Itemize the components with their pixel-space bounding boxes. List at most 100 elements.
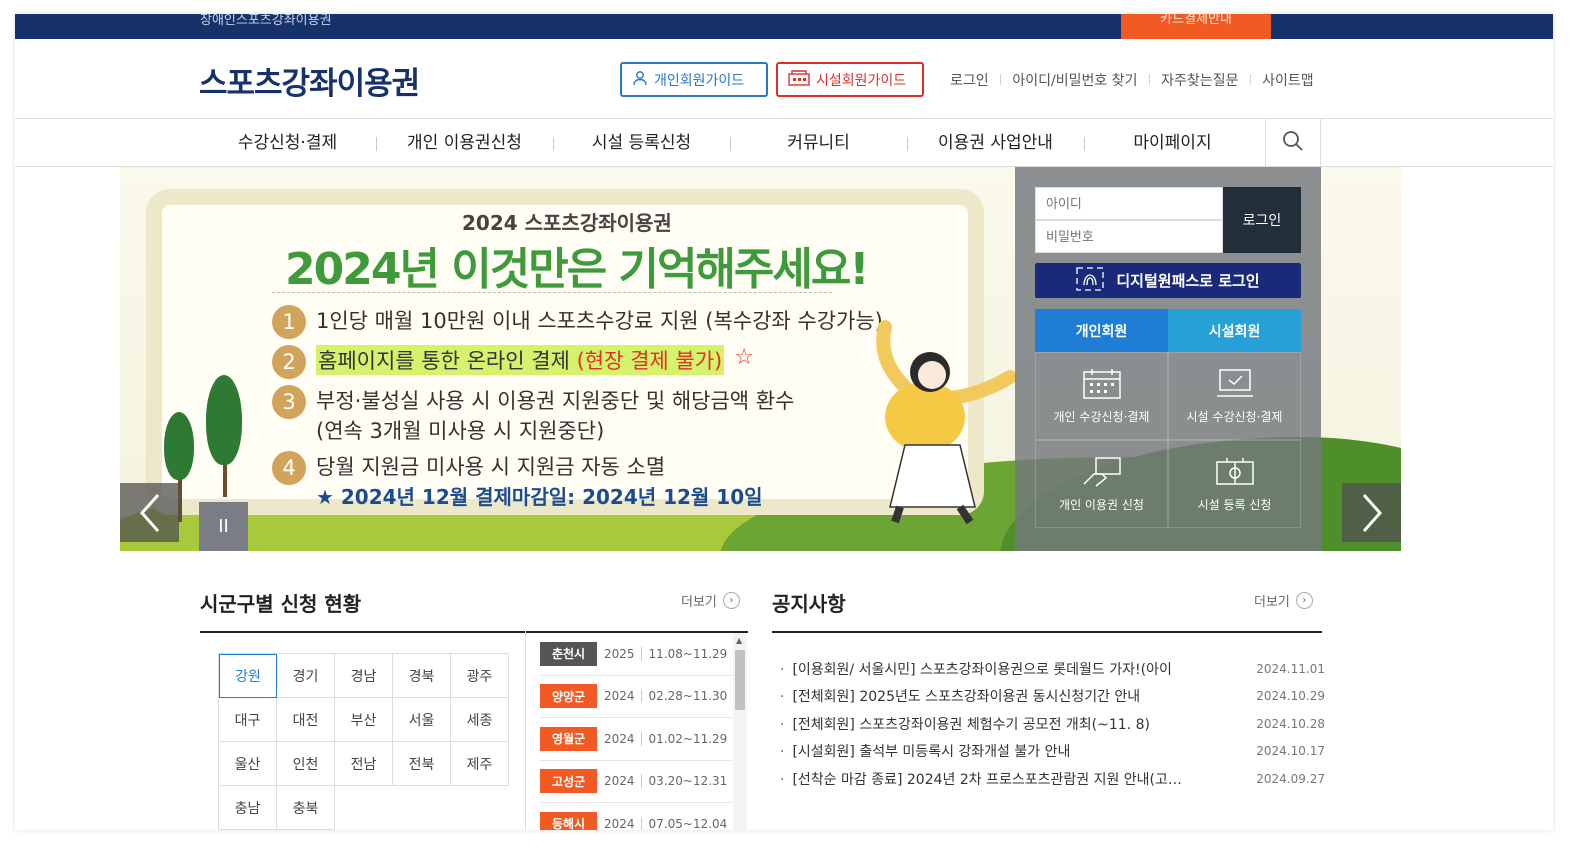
- banner-subtitle: 2024 스포츠강좌이용권: [462, 211, 672, 235]
- person-guide-button[interactable]: 개인회원가이드: [620, 62, 768, 97]
- prev-slide-button[interactable]: [120, 483, 179, 542]
- list-item[interactable]: 양양군 2024 02.28~11.30: [539, 676, 732, 718]
- status-scrollbar[interactable]: ▲: [733, 633, 747, 830]
- region-tab[interactable]: 세종: [451, 698, 509, 742]
- notice-item[interactable]: [전체회원] 2025년도 스포츠강좌이용권 동시신청기간 안내 2024.10…: [780, 683, 1325, 711]
- nav-business-info[interactable]: 이용권 사업안내: [907, 119, 1084, 167]
- card-payment-button[interactable]: 카드결제안내: [1121, 14, 1271, 39]
- region-tab[interactable]: 인천: [277, 742, 335, 786]
- quick-facility-registration[interactable]: 시설 등록 신청: [1168, 440, 1301, 528]
- deadline-note: ★ 2024년 12월 결제마감일: 2024년 12월 10일: [316, 485, 763, 509]
- facility-guide-button[interactable]: 시설회원가이드: [776, 62, 924, 97]
- chevron-right-icon: ›: [722, 592, 740, 609]
- quick-facility-course[interactable]: 시설 수강신청·결제: [1168, 352, 1301, 440]
- region-section-title: 시군구별 신청 현황: [200, 592, 362, 616]
- nav-community[interactable]: 커뮤니티: [730, 119, 907, 167]
- banner-point-1: 1 1인당 매월 10만원 이내 스포츠수강료 지원 (복수강좌 수강가능): [272, 305, 883, 339]
- more-label: 더보기: [681, 595, 717, 610]
- region-tab[interactable]: 전남: [335, 742, 393, 786]
- list-item[interactable]: 춘천시 2025 11.08~11.29: [539, 633, 732, 676]
- region-tab[interactable]: 충북: [277, 786, 335, 830]
- top-bar: 장애인스포츠강좌이용권 카드결제안내: [15, 14, 1553, 39]
- region-tab[interactable]: 강원: [219, 654, 277, 698]
- password-input[interactable]: [1035, 220, 1223, 253]
- notice-date: 2024.10.17: [1256, 744, 1325, 759]
- site-logo[interactable]: 스포츠강좌이용권: [199, 58, 420, 103]
- login-link[interactable]: 로그인: [940, 70, 999, 90]
- next-slide-button[interactable]: [1342, 483, 1401, 542]
- notice-item[interactable]: [선착순 마감 종료] 2024년 2차 프로스포츠관람권 지원 안내(고… 2…: [780, 765, 1325, 793]
- page-frame: 장애인스포츠강좌이용권 카드결제안내 스포츠강좌이용권 개인회원가이드 시설회원…: [15, 14, 1553, 830]
- nav-course-payment[interactable]: 수강신청·결제: [199, 119, 376, 167]
- list-item[interactable]: 영월군 2024 01.02~11.29: [539, 718, 732, 761]
- quick-person-course[interactable]: 개인 수강신청·결제: [1035, 352, 1168, 440]
- notice-title[interactable]: [이용회원/ 서울시민] 스포츠강좌이용권으로 롯데월드 가자!(아이: [780, 659, 1230, 679]
- notice-date: 2024.11.01: [1256, 661, 1325, 676]
- point-number: 2: [272, 345, 306, 379]
- notice-section-title: 공지사항: [772, 592, 846, 616]
- banner-point-2: 2 홈페이지를 통한 온라인 결제 (현장 결제 불가) ☆: [272, 345, 754, 379]
- notice-item[interactable]: [이용회원/ 서울시민] 스포츠강좌이용권으로 롯데월드 가자!(아이 2024…: [780, 655, 1325, 683]
- notice-title[interactable]: [시설회원] 출석부 미등록시 강좌개설 불가 안내: [780, 741, 1230, 761]
- region-tab[interactable]: 경남: [335, 654, 393, 698]
- district-badge: 춘천시: [540, 641, 597, 666]
- disabled-sports-link[interactable]: 장애인스포츠강좌이용권: [200, 14, 332, 28]
- region-tab[interactable]: 경기: [277, 654, 335, 698]
- tab-facility[interactable]: 시설회원: [1168, 309, 1301, 352]
- calendar-icon: [1082, 368, 1121, 399]
- list-item[interactable]: 동해시 2024 07.05~12.04: [539, 803, 732, 830]
- quick-label: 시설 수강신청·결제: [1186, 409, 1283, 424]
- region-tab[interactable]: 부산: [335, 698, 393, 742]
- sitemap-link[interactable]: 사이트맵: [1252, 70, 1324, 90]
- main-nav: 수강신청·결제 개인 이용권신청 시설 등록신청 커뮤니티 이용권 사업안내 마…: [15, 118, 1553, 167]
- notice-title[interactable]: [전체회원] 스포츠강좌이용권 체험수기 공모전 개최(~11. 8): [780, 714, 1230, 734]
- status-year: 2024: [604, 816, 642, 830]
- region-tab[interactable]: 광주: [451, 654, 509, 698]
- id-input[interactable]: [1035, 187, 1223, 220]
- point-number: 3: [272, 385, 306, 419]
- star-icon: ☆: [734, 345, 754, 370]
- region-tab[interactable]: 제주: [451, 742, 509, 786]
- search-button[interactable]: [1265, 119, 1321, 167]
- scroll-thumb[interactable]: [735, 650, 745, 710]
- tab-person[interactable]: 개인회원: [1035, 309, 1168, 352]
- notice-title[interactable]: [전체회원] 2025년도 스포츠강좌이용권 동시신청기간 안내: [780, 686, 1230, 706]
- region-tab[interactable]: 서울: [393, 698, 451, 742]
- nav-personal-voucher[interactable]: 개인 이용권신청: [376, 119, 553, 167]
- region-tab[interactable]: 경북: [393, 654, 451, 698]
- notice-item[interactable]: [시설회원] 출석부 미등록시 강좌개설 불가 안내 2024.10.17: [780, 738, 1325, 766]
- district-badge: 양양군: [540, 684, 597, 709]
- nav-facility-registration[interactable]: 시설 등록신청: [553, 119, 730, 167]
- region-tab[interactable]: 충남: [219, 786, 277, 830]
- status-period: 02.28~11.30: [648, 689, 728, 704]
- point-highlight: (현장 결제 불가): [576, 349, 723, 373]
- region-tab[interactable]: 대구: [219, 698, 277, 742]
- nav-mypage[interactable]: 마이페이지: [1084, 119, 1261, 167]
- find-account-link[interactable]: 아이디/비밀번호 찾기: [1002, 70, 1147, 90]
- chevron-left-icon: [139, 493, 159, 532]
- pause-slide-button[interactable]: II: [199, 502, 248, 551]
- digital-onepass-login-button[interactable]: 디지털원패스로 로그인: [1035, 263, 1301, 298]
- region-status-list: 춘천시 2025 11.08~11.29 양양군 2024 02.28~11.3…: [539, 633, 732, 830]
- list-item[interactable]: 고성군 2024 03.20~12.31: [539, 761, 732, 803]
- notice-more-link[interactable]: 더보기 ›: [1254, 591, 1313, 610]
- status-year: 2024: [604, 689, 642, 704]
- login-button[interactable]: 로그인: [1223, 187, 1301, 253]
- notice-item[interactable]: [전체회원] 스포츠강좌이용권 체험수기 공모전 개최(~11. 8) 2024…: [780, 710, 1325, 738]
- district-badge: 동해시: [540, 811, 597, 830]
- region-more-link[interactable]: 더보기 ›: [681, 591, 740, 610]
- region-tab[interactable]: 대전: [277, 698, 335, 742]
- banner-point-4: 4 당월 지원금 미사용 시 지원금 자동 소멸 ★ 2024년 12월 결제마감…: [272, 451, 763, 510]
- notice-title[interactable]: [선착순 마감 종료] 2024년 2차 프로스포츠관람권 지원 안내(고…: [780, 769, 1230, 789]
- region-tab[interactable]: 전북: [393, 742, 451, 786]
- faq-link[interactable]: 자주찾는질문: [1151, 70, 1248, 90]
- building-icon: [788, 69, 810, 90]
- status-period: 03.20~12.31: [648, 774, 728, 789]
- region-tab[interactable]: 울산: [219, 742, 277, 786]
- person-icon: [632, 70, 648, 90]
- tree-icon: [164, 412, 194, 480]
- tree-icon: [206, 375, 242, 465]
- monitor-check-icon: [1216, 368, 1253, 397]
- quick-person-voucher[interactable]: 개인 이용권 신청: [1035, 440, 1168, 528]
- scroll-up-icon[interactable]: ▲: [736, 636, 742, 645]
